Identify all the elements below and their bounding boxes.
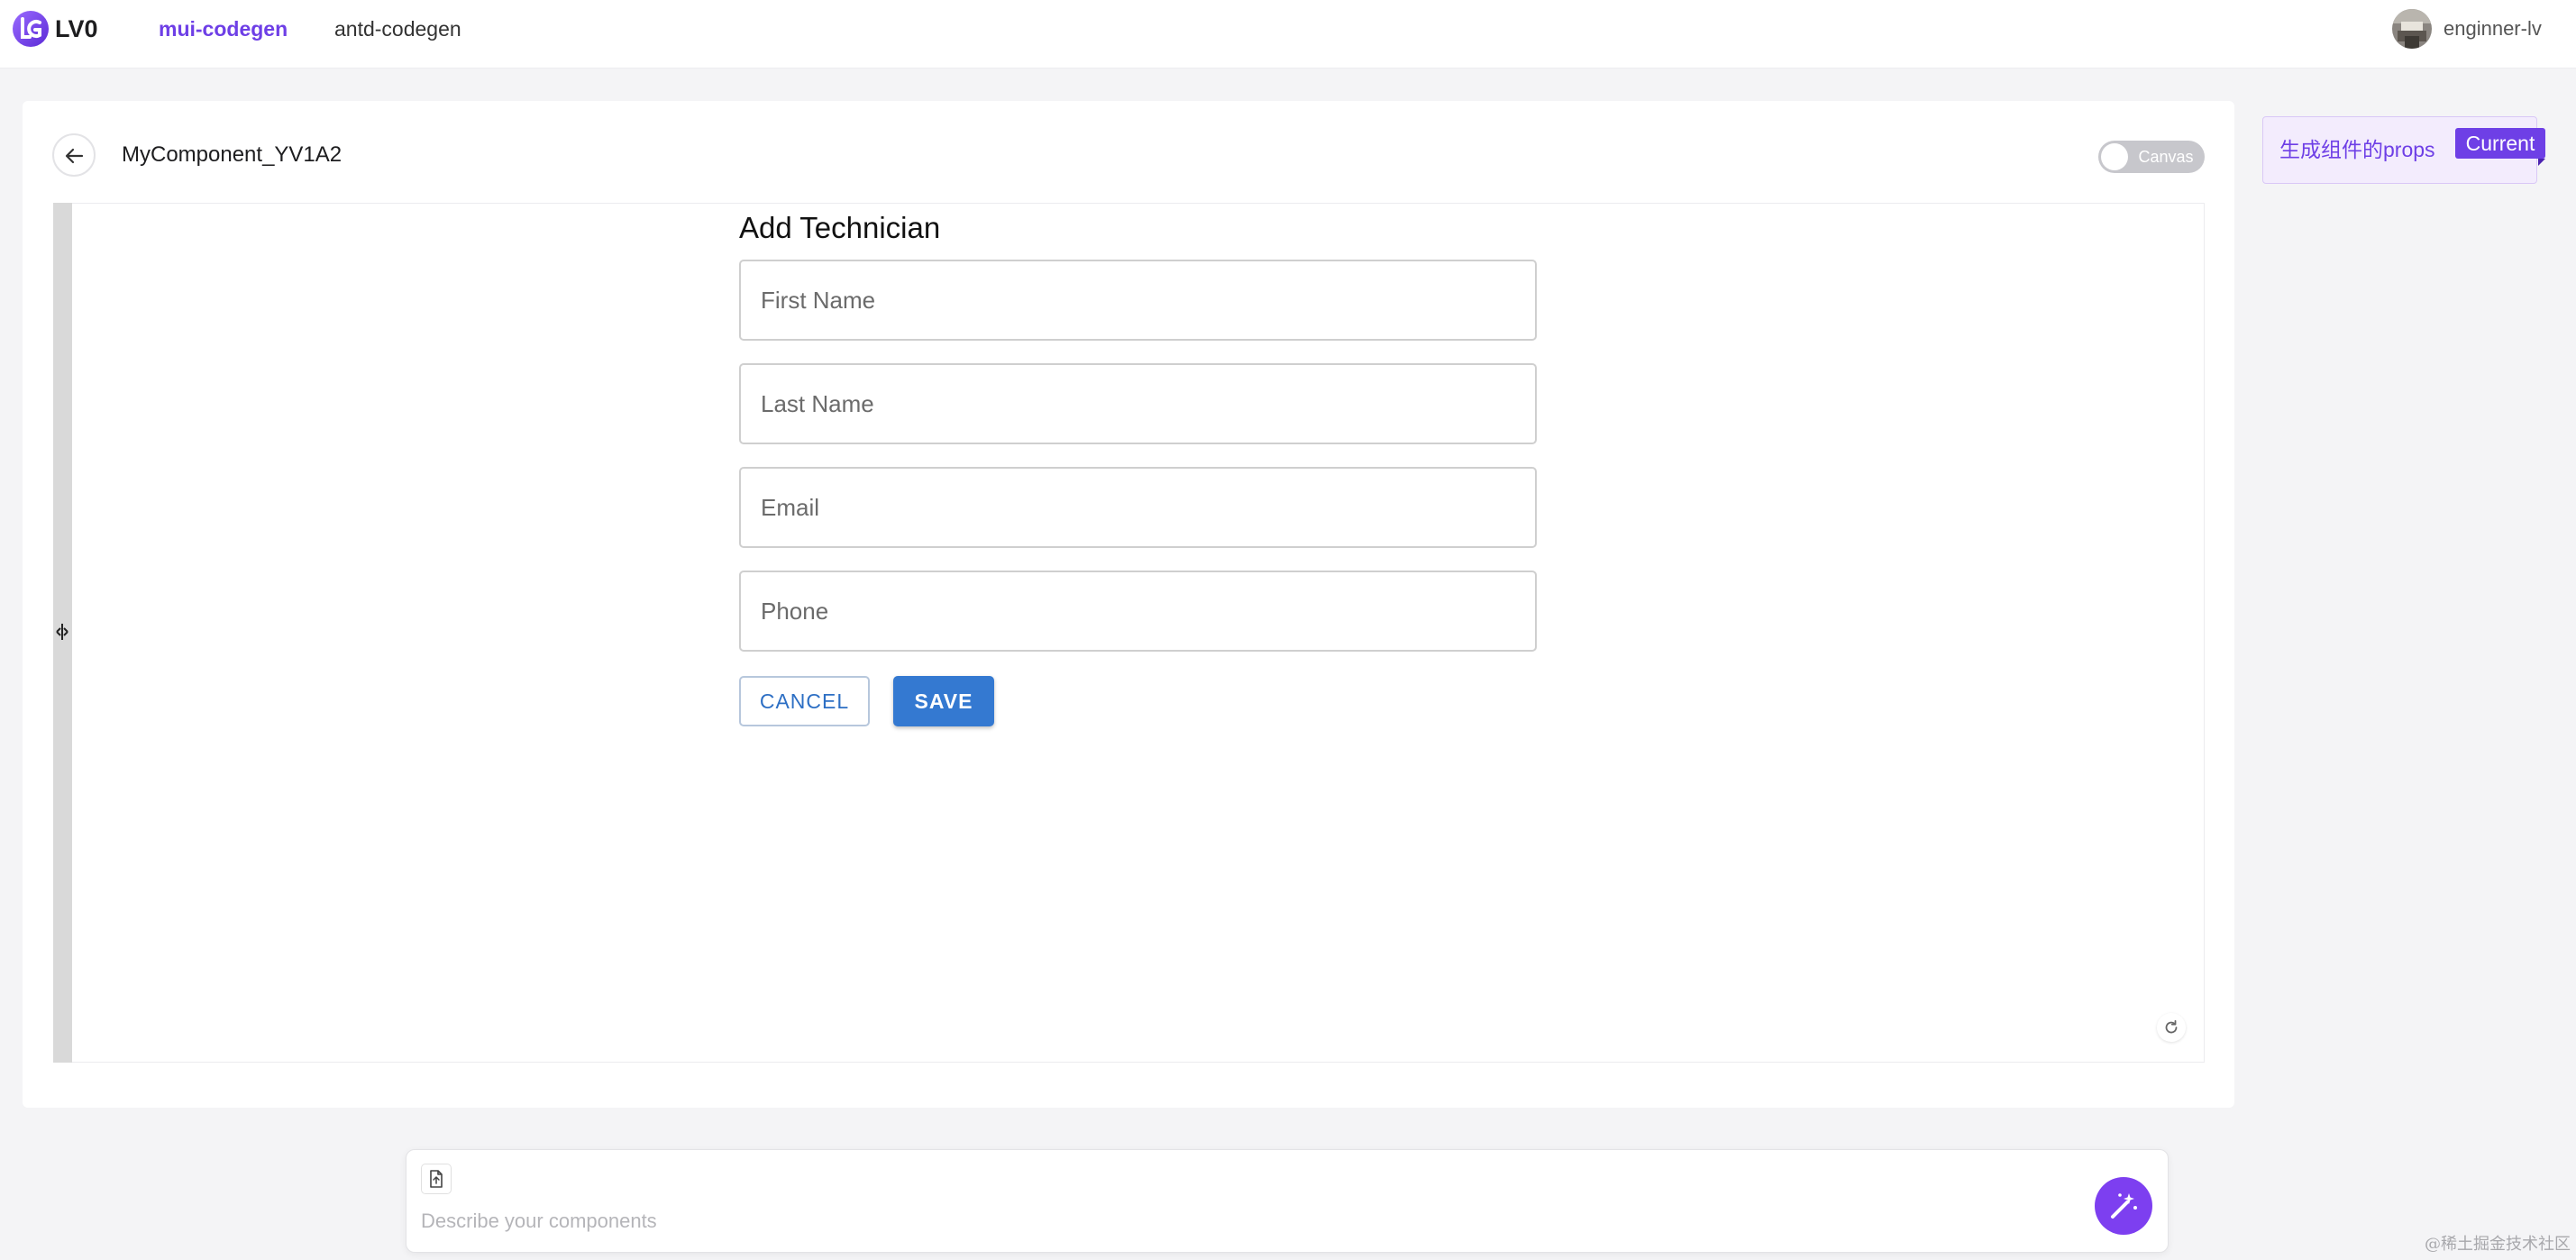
save-button[interactable]: SAVE: [893, 676, 994, 726]
email-field[interactable]: Email: [739, 467, 1537, 548]
form-title: Add Technician: [739, 211, 941, 244]
refresh-icon: [2165, 1019, 2178, 1034]
first-name-field[interactable]: First Name: [739, 260, 1537, 341]
cancel-button[interactable]: CANCEL: [739, 676, 870, 726]
canvas-toggle-label: Canvas: [2138, 148, 2194, 166]
watermark-text: @稀土掘金技术社区: [2425, 1235, 2571, 1254]
arrow-left-icon: [65, 148, 84, 164]
resize-handle-icon[interactable]: [55, 622, 69, 646]
generate-button[interactable]: [2095, 1177, 2152, 1235]
nav-tab-mui-codegen[interactable]: mui-codegen: [159, 13, 288, 45]
lv0-logo-icon: [12, 10, 50, 48]
last-name-field[interactable]: Last Name: [739, 363, 1537, 444]
last-name-label: Last Name: [761, 390, 874, 417]
refresh-button[interactable]: [2157, 1013, 2186, 1042]
history-item-label: 生成组件的props: [2279, 138, 2435, 161]
user-avatar[interactable]: [2392, 9, 2432, 49]
nav-tab-antd-codegen[interactable]: antd-codegen: [334, 13, 461, 45]
back-button[interactable]: [52, 133, 96, 177]
prompt-input[interactable]: [421, 1205, 2079, 1237]
attach-file-button[interactable]: [421, 1164, 452, 1194]
magic-wand-icon: [2111, 1193, 2137, 1219]
component-name: MyComponent_YV1A2: [122, 142, 343, 167]
phone-field[interactable]: Phone: [739, 571, 1537, 652]
email-label: Email: [761, 494, 820, 521]
phone-label: Phone: [761, 598, 829, 625]
username: enginner-lv: [2444, 17, 2542, 40]
current-badge: Current: [2455, 128, 2545, 166]
toggle-knob: [2101, 143, 2128, 170]
first-name-label: First Name: [761, 287, 876, 314]
top-navigation-bar: LV0 mui-codegen antd-codegen enginner-lv: [0, 0, 2576, 68]
canvas-toggle[interactable]: Canvas: [2098, 141, 2205, 173]
brand-name: LV0: [55, 15, 98, 42]
file-icon: [430, 1170, 443, 1188]
